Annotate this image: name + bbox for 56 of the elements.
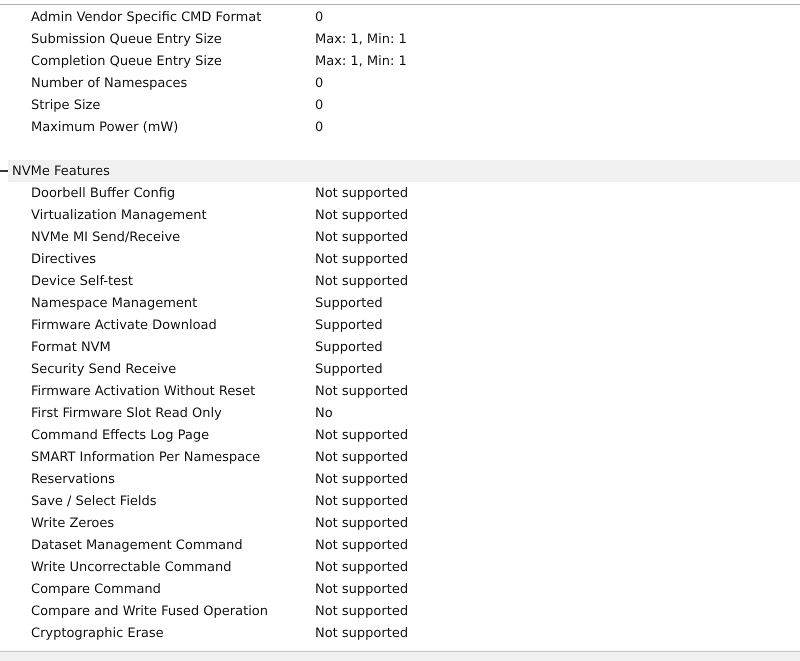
property-value: Not supported [315,494,410,508]
property-value: Not supported [315,560,410,574]
property-name: Security Send Receive [31,362,178,376]
property-name: Cryptographic Erase [31,626,165,640]
property-value: Not supported [315,252,410,266]
property-value: Not supported [315,472,410,486]
property-name: Number of Namespaces [31,76,188,90]
property-name: Write Uncorrectable Command [31,560,233,574]
property-value: Supported [315,340,384,354]
property-name: Dataset Management Command [31,538,244,552]
property-name: First Firmware Slot Read Only [31,406,223,420]
property-value: No [315,406,334,420]
property-value: Not supported [315,582,410,596]
property-name: Firmware Activate Download [31,318,218,332]
property-value: 0 [315,10,324,24]
property-name: Save / Select Fields [31,494,158,508]
property-name: Write Zeroes [31,516,116,530]
property-value: Not supported [315,538,410,552]
horizontal-scrollbar[interactable] [0,651,800,661]
property-name: Command Effects Log Page [31,428,210,442]
property-value: Supported [315,318,384,332]
property-value: Not supported [315,604,410,618]
property-name: Reservations [31,472,116,486]
property-name: Format NVM [31,340,112,354]
property-value: Max: 1, Min: 1 [315,54,408,68]
property-name: Device Self-test [31,274,134,288]
property-value: Not supported [315,208,410,222]
property-value: 0 [315,98,324,112]
property-name: Namespace Management [31,296,198,310]
property-name: Admin Vendor Specific CMD Format [31,10,262,24]
property-name: Doorbell Buffer Config [31,186,176,200]
property-value: 0 [315,76,324,90]
property-name: Directives [31,252,97,266]
property-value: Not supported [315,516,410,530]
property-name: SMART Information Per Namespace [31,450,262,464]
property-value: Not supported [315,428,410,442]
property-value: 0 [315,120,324,134]
property-value: Supported [315,362,384,376]
property-name: Maximum Power (mW) [31,120,180,134]
property-name: Compare and Write Fused Operation [31,604,270,618]
property-value: Supported [315,296,384,310]
property-value: Not supported [315,450,410,464]
property-value: Not supported [315,626,410,640]
property-name: Submission Queue Entry Size [31,32,223,46]
group-header: NVMe Features [8,160,800,182]
property-value: Not supported [315,230,410,244]
property-value: Not supported [315,384,410,398]
property-name: Completion Queue Entry Size [31,54,223,68]
property-value: Not supported [315,274,410,288]
property-name: Firmware Activation Without Reset [31,384,256,398]
property-value: Not supported [315,186,410,200]
property-name: Compare Command [31,582,162,596]
property-name: Stripe Size [31,98,102,112]
property-name: NVMe MI Send/Receive [31,230,182,244]
property-value: Max: 1, Min: 1 [315,32,408,46]
property-name: Virtualization Management [31,208,208,222]
